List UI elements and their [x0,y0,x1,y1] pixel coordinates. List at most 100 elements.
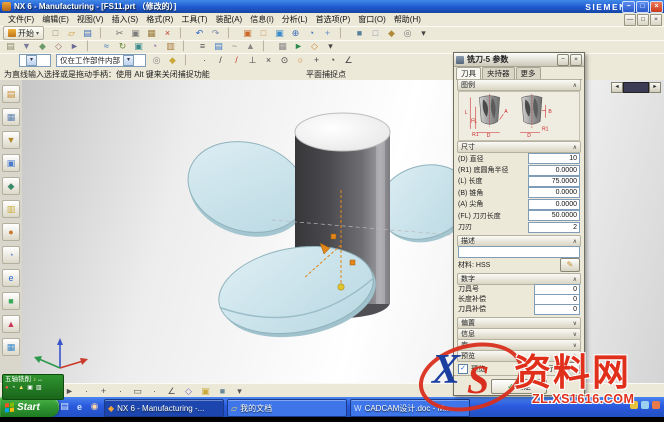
tray-icon[interactable] [641,401,649,409]
pan-icon[interactable]: + [320,26,335,40]
snap-existing-point-icon[interactable]: + [309,53,324,67]
zoom-icon[interactable]: ⊕ [288,26,303,40]
dropdown-dot-icon[interactable]: · [79,384,94,398]
taskbar-task-button[interactable]: ◆ NX 6 - Manufacturing -... [104,399,224,417]
undo-icon[interactable]: ↶ [192,26,207,40]
roles-icon[interactable]: ▦ [2,338,20,356]
field-value-input[interactable]: 0 [534,304,580,315]
dialog-tab[interactable]: 刀具 [456,67,481,79]
shaded-view-icon[interactable]: ■ [352,26,367,40]
wireframe-view-icon[interactable]: □ [368,26,383,40]
fit-view-icon[interactable]: ▣ [272,26,287,40]
legend-section-header[interactable]: 图例 ∧ [457,79,581,91]
description-text-input[interactable] [458,246,580,258]
dialog-tab[interactable]: 更多 [516,67,541,79]
show-desktop-icon[interactable]: ▤ [58,400,71,413]
separator[interactable]: ▏ [83,40,98,54]
scroll-right-button[interactable]: ► [649,82,661,93]
start-menu-button[interactable]: 开始 ▾ [3,26,44,40]
menu-item[interactable]: 编辑(E) [38,14,73,25]
create-operation-icon[interactable]: ► [67,40,82,54]
screenshot-icon[interactable]: ▣ [240,26,255,40]
menu-item[interactable]: 分析(L) [278,14,312,25]
copy-icon[interactable]: ▣ [128,26,143,40]
tray-icon[interactable] [630,401,638,409]
mdi-minimize-button[interactable]: — [624,14,636,26]
menu-item[interactable]: 工具(T) [177,14,211,25]
materials-icon[interactable]: ■ [2,292,20,310]
snap-endpoint-icon[interactable]: / [213,53,228,67]
snap-quadrant-icon[interactable]: ○ [293,53,308,67]
screen-recorder-overlay[interactable]: 五轴铣削 ♪↔ ●◔▲▣▥ [2,374,64,400]
snap-point-tool-icon[interactable]: + [96,384,111,398]
verify-toolpath-icon[interactable]: ▣ [131,40,146,54]
machine-tool-navigator-icon[interactable]: ◆ [2,177,20,195]
menu-item[interactable]: 插入(S) [108,14,143,25]
operation-navigator-icon[interactable]: ▣ [2,154,20,172]
snap-control-point-icon[interactable]: / [229,53,244,67]
flag-icon[interactable]: ► [291,40,306,54]
field-value-input[interactable]: 75.0000 [528,176,580,187]
preview-checkbox[interactable]: ✓ [458,364,468,374]
replay-toolpath-icon[interactable]: ↻ [115,40,130,54]
shaded-cube-icon[interactable]: ■ [215,384,230,398]
separator[interactable]: ▏ [336,26,351,40]
create-program-icon[interactable]: ▤ [3,40,18,54]
dialog-titlebar[interactable]: 铣刀-5 参数 − × [454,53,584,67]
snap-midpoint-icon[interactable]: ⊥ [245,53,260,67]
dropdown-dot-icon[interactable]: · [113,384,128,398]
process-studio-icon[interactable]: ▲ [2,315,20,333]
toolpath-edit-icon[interactable]: ~ [227,40,242,54]
note-icon[interactable]: ♪ [33,376,36,384]
close-button[interactable]: × [650,1,663,13]
select-tool-icon[interactable]: ► [62,384,77,398]
delete-icon[interactable]: × [160,26,175,40]
dialog-tab[interactable]: 夹持器 [482,67,515,79]
dialog-close-button[interactable]: × [570,54,582,66]
selection-scope-combo[interactable]: 仅在工作部件内部 ▾ [56,54,146,67]
paste-icon[interactable]: ▦ [144,26,159,40]
mdi-restore-button[interactable]: □ [637,14,649,26]
dimensions-section-header[interactable]: 尺寸 ∧ [457,141,581,153]
orient-view-icon[interactable]: ◆ [384,26,399,40]
cut-icon[interactable]: ✂ [112,26,127,40]
machine-tool-icon[interactable]: ▲ [243,40,258,54]
record-icon[interactable]: ● [5,384,9,393]
create-tool-icon[interactable]: ▼ [19,40,34,54]
snapshot-icon[interactable]: ◎ [400,26,415,40]
batch-icon[interactable]: ▦ [275,40,290,54]
media-player-icon[interactable]: ◉ [88,400,101,413]
part-navigator-icon[interactable]: ▼ [2,131,20,149]
rectangle-select-icon[interactable]: ▭ [130,384,145,398]
simulate-icon[interactable]: ◔ [147,40,162,54]
windows-start-button[interactable]: Start [0,397,59,417]
snap-arc-center-icon[interactable]: ⊙ [277,53,292,67]
measure-icon[interactable]: ∠ [164,384,179,398]
reuse-library-icon[interactable]: ▥ [2,200,20,218]
preview-section-header[interactable]: 预览 ∧ [457,350,581,362]
ie-quick-icon[interactable]: e [73,400,86,413]
field-value-input[interactable]: 2 [528,222,580,233]
separator[interactable]: ▏ [259,40,274,54]
scroll-left-button[interactable]: ◄ [611,82,623,93]
rotate-view-icon[interactable]: ◔ [304,26,319,40]
separator[interactable]: ▏ [181,53,196,67]
snap-magnet-icon[interactable]: ◆ [165,53,180,67]
scroll-thumb[interactable] [623,82,649,93]
new-file-icon[interactable]: □ [48,26,63,40]
menu-item[interactable]: 首选项(P) [312,14,355,25]
create-method-icon[interactable]: ◇ [51,40,66,54]
taskbar-task-button[interactable]: ▱ 我的文档 [227,399,347,417]
menu-item[interactable]: 信息(I) [246,14,278,25]
dropdown-arrow-icon[interactable]: ▾ [232,384,247,398]
list-icon[interactable]: ≡ [195,40,210,54]
taskbar-task-button[interactable]: W CADCAM设计.doc - M... [350,399,470,417]
material-library-button[interactable]: ✎ [560,258,580,272]
snap-tangent-icon[interactable]: ◔ [325,53,340,67]
stop-icon[interactable]: ▣ [27,384,33,393]
maximize-button[interactable]: □ [636,1,649,13]
separator[interactable]: ▏ [96,26,111,40]
menu-item[interactable]: 帮助(H) [390,14,425,25]
tray-icon[interactable] [652,401,660,409]
field-value-input[interactable]: 0.0000 [528,187,580,198]
